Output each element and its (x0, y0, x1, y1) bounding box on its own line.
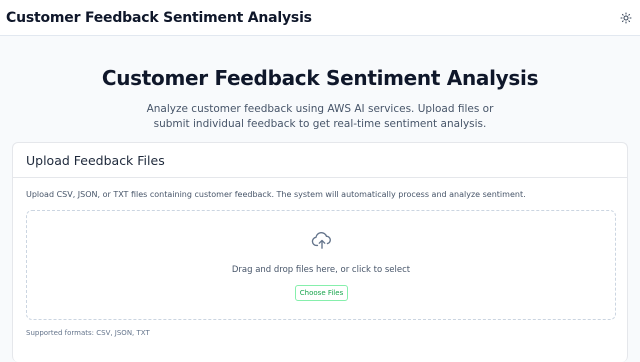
card-description: Upload CSV, JSON, or TXT files containin… (26, 190, 526, 199)
app-brand[interactable]: Customer Feedback Sentiment Analysis (6, 10, 312, 26)
page-title: Customer Feedback Sentiment Analysis (101, 66, 539, 90)
supported-formats-note: Supported formats: CSV, JSON, TXT (26, 329, 150, 337)
choose-files-button[interactable]: Choose Files (295, 285, 348, 301)
cloud-upload-icon (311, 232, 331, 249)
theme-toggle-button[interactable] (618, 10, 634, 26)
card-header: Upload Feedback Files (13, 143, 627, 178)
card-title: Upload Feedback Files (26, 152, 165, 168)
hero-section: Customer Feedback Sentiment Analysis Ana… (0, 36, 640, 132)
top-navbar: Customer Feedback Sentiment Analysis (0, 0, 640, 36)
page-subtitle: Analyze customer feedback using AWS AI s… (146, 103, 494, 130)
upload-feedback-card: Upload Feedback Files Upload CSV, JSON, … (12, 142, 628, 362)
dropzone-text: Drag and drop files here, or click to se… (231, 265, 411, 275)
sun-icon (620, 12, 632, 23)
file-dropzone[interactable]: Drag and drop files here, or click to se… (26, 210, 616, 320)
